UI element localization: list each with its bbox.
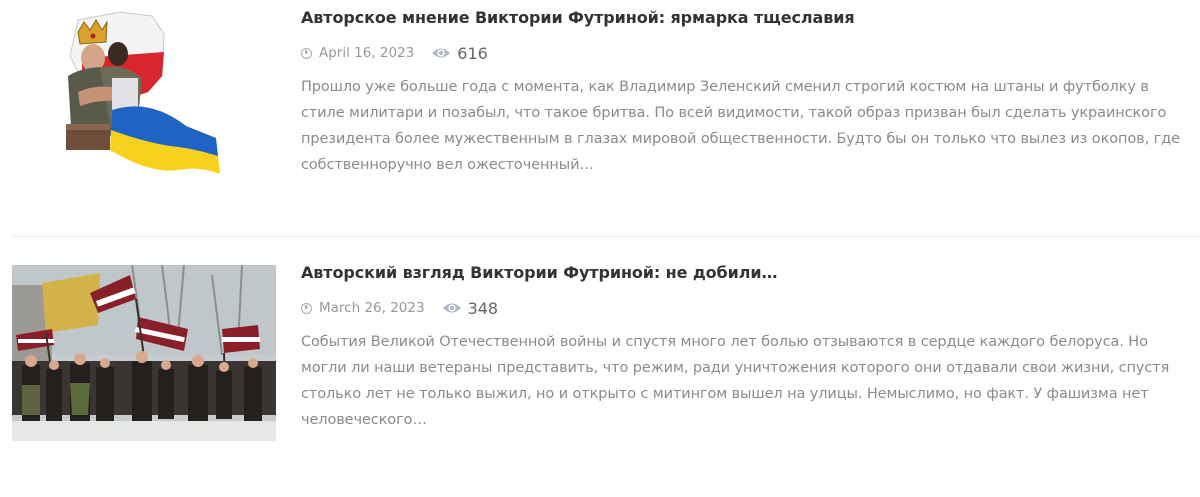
view-count-value: 616: [457, 43, 488, 63]
eye-icon: [442, 303, 461, 313]
view-count: 616: [431, 44, 488, 63]
post-thumbnail[interactable]: [60, 6, 222, 186]
post-thumbnail[interactable]: [12, 265, 276, 441]
post-excerpt: Прошло уже больше года с момента, как Вл…: [301, 79, 1180, 173]
post-meta: April 16, 2023 616: [301, 42, 1194, 64]
post-excerpt: События Великой Отечественной войны и сп…: [301, 334, 1170, 428]
post-date: April 16, 2023: [319, 45, 415, 61]
view-count: 348: [442, 298, 499, 318]
post-meta: March 26, 2023 348: [301, 297, 1194, 319]
post-item: Авторский взгляд Виктории Футриной: не д…: [0, 237, 1200, 477]
view-count-value: 348: [467, 298, 499, 318]
march-photo: [12, 265, 276, 441]
collage-image: [66, 11, 220, 174]
post-item: Авторское мнение Виктории Футриной: ярма…: [0, 0, 1200, 236]
post-title[interactable]: Авторское мнение Виктории Футриной: ярма…: [301, 8, 1194, 28]
eye-icon: [432, 48, 451, 58]
post-title[interactable]: Авторский взгляд Виктории Футриной: не д…: [301, 263, 1194, 283]
clock-icon: [301, 302, 312, 314]
clock-icon: [301, 47, 312, 59]
post-date: March 26, 2023: [319, 300, 425, 316]
